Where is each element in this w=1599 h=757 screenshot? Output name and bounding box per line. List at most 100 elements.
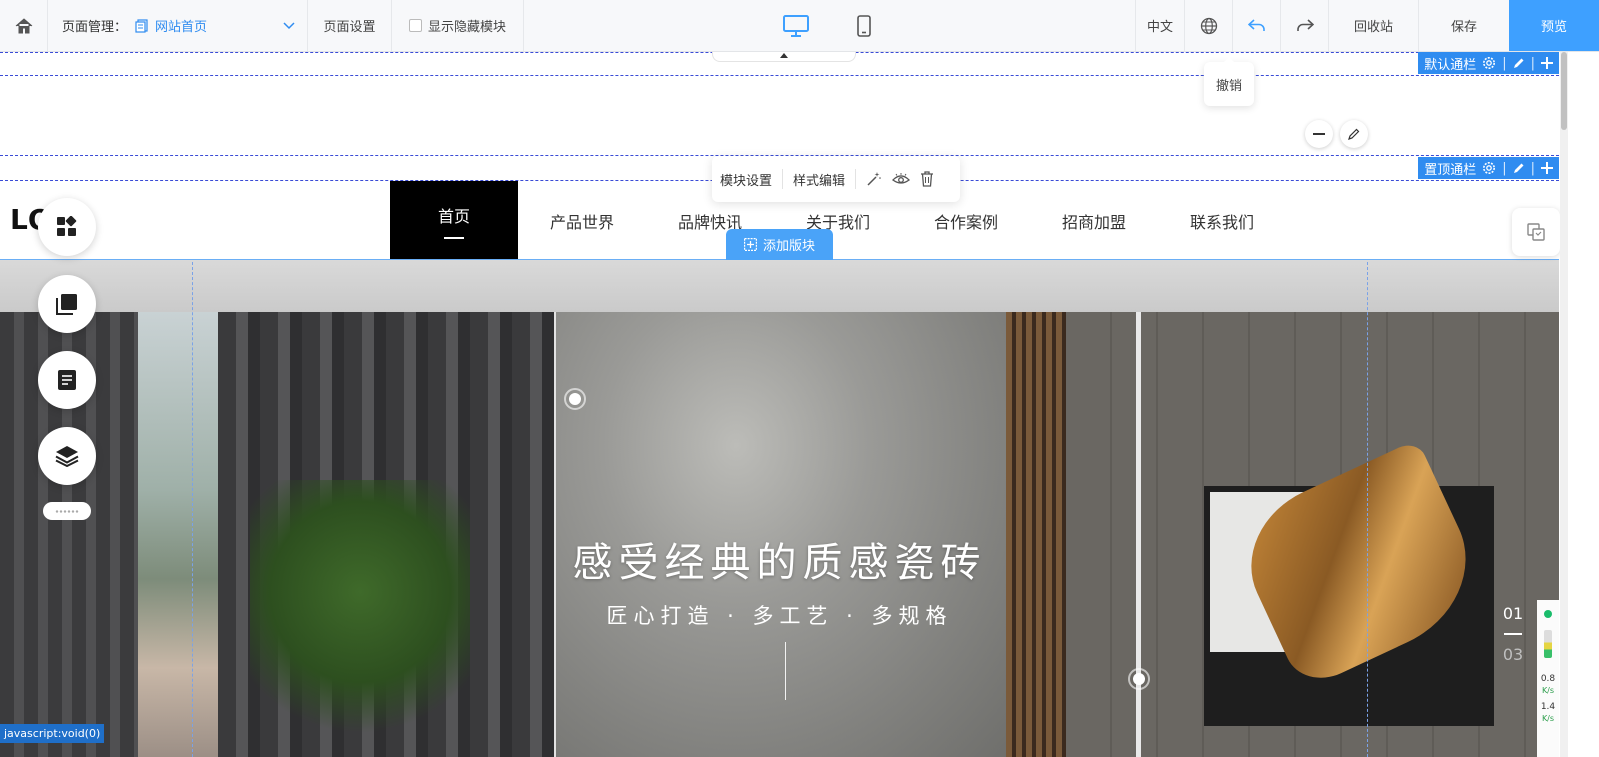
content-button[interactable] (38, 351, 96, 409)
upload-speed: 0.8 K/s (1540, 674, 1556, 695)
download-speed: 1.4 K/s (1540, 702, 1556, 723)
minus-icon (1313, 133, 1325, 135)
load-bar (1544, 630, 1552, 658)
page-settings-button[interactable]: 页面设置 (308, 0, 392, 51)
pencil-icon (1348, 128, 1360, 140)
nav-item-contact[interactable]: 联系我们 (1158, 181, 1286, 260)
home-button[interactable] (0, 0, 48, 51)
show-hidden-checkbox[interactable] (408, 19, 422, 32)
separator: | (1530, 160, 1535, 176)
preview-button[interactable]: 预览 (1509, 0, 1599, 51)
content-guide-right (1367, 262, 1368, 757)
mobile-view-button[interactable] (848, 10, 880, 42)
home-icon (15, 17, 32, 33)
scrollbar-thumb[interactable] (1561, 52, 1567, 130)
hero-subtitle: 匠心打造 · 多工艺 · 多规格 (606, 604, 953, 628)
show-hidden-label: 显示隐藏模块 (427, 20, 506, 35)
redo-button[interactable] (1281, 0, 1329, 51)
plus-icon[interactable] (1541, 162, 1553, 174)
collapse-section-button[interactable] (1305, 120, 1333, 148)
separator: | (1502, 55, 1507, 71)
language-switch[interactable]: 中文 (1135, 0, 1185, 51)
show-hidden-toggle[interactable]: 显示隐藏模块 (392, 0, 524, 51)
magic-wand-icon[interactable] (866, 171, 882, 187)
pager-divider (1504, 633, 1522, 635)
add-block-label: 添加版块 (762, 239, 815, 254)
nav-item-products[interactable]: 产品世界 (518, 181, 646, 260)
slide-pager[interactable]: 01 03 (1498, 604, 1528, 664)
gear-icon[interactable] (1482, 56, 1496, 70)
edit-section-button[interactable] (1340, 120, 1368, 148)
add-block-icon (743, 238, 757, 251)
pencil-icon[interactable] (1513, 162, 1525, 174)
save-button[interactable]: 保存 (1419, 0, 1509, 51)
nav-item-home[interactable]: 首页 (390, 181, 518, 260)
status-bar-url: javascript:void(0) (0, 724, 105, 743)
network-speed-widget: 0.8 K/s 1.4 K/s (1537, 600, 1559, 757)
recycle-bin-label: 回收站 (1353, 20, 1393, 35)
pencil-icon[interactable] (1513, 57, 1525, 69)
hero-divider (785, 642, 786, 700)
page-icon (135, 18, 148, 33)
pages-button[interactable] (38, 275, 96, 333)
layers-button[interactable] (38, 427, 96, 485)
page-scrollbar[interactable] (1560, 52, 1568, 757)
default-bar-label[interactable]: 默认通栏 | | (1418, 52, 1559, 74)
hero-title: 感受经典的质感瓷砖 (572, 540, 987, 586)
eye-icon[interactable] (892, 172, 911, 186)
desktop-view-button[interactable] (780, 10, 812, 42)
pinned-bar-label[interactable]: 置顶通栏 | | (1418, 157, 1559, 179)
separator: | (1530, 55, 1535, 71)
content-guide-left (192, 262, 193, 757)
caret-up-icon (780, 53, 788, 58)
module-toolbar: 模块设置 样式编辑 (712, 156, 960, 202)
nav-item-franchise[interactable]: 招商加盟 (1030, 181, 1158, 260)
add-block-button[interactable]: 添加版块 (726, 229, 833, 260)
pinned-bar-text: 置顶通栏 (1424, 162, 1477, 178)
nav-item-label: 联系我们 (1189, 212, 1254, 232)
nav-item-label: 合作案例 (933, 212, 998, 232)
language-label: 中文 (1146, 20, 1173, 35)
undo-icon (1247, 18, 1265, 31)
page-manage-label: 页面管理： (62, 20, 128, 35)
undo-button[interactable] (1233, 0, 1281, 51)
layers-icon (55, 446, 79, 467)
hero-banner[interactable] (0, 260, 1559, 757)
hotspot-marker[interactable] (564, 388, 586, 410)
copy-icon (1527, 223, 1545, 241)
gear-icon[interactable] (1482, 161, 1496, 175)
preview-label: 预览 (1540, 20, 1567, 35)
mobile-icon (856, 14, 871, 37)
device-switcher (524, 0, 1135, 51)
page-settings-label: 页面设置 (323, 20, 376, 35)
hotspot-marker[interactable] (1128, 668, 1150, 690)
nav-item-label: 招商加盟 (1061, 212, 1126, 232)
status-dot (1544, 610, 1552, 618)
slide-current: 01 (1502, 604, 1524, 623)
globe-icon (1200, 17, 1217, 34)
components-button[interactable] (38, 198, 96, 256)
current-page-name: 网站首页 (155, 20, 208, 35)
desktop-icon (782, 14, 809, 37)
widgets-icon (57, 216, 77, 236)
plus-icon[interactable] (1541, 57, 1553, 69)
style-edit-button[interactable]: 样式编辑 (793, 170, 845, 189)
slide-total: 03 (1502, 645, 1524, 664)
save-label: 保存 (1450, 20, 1477, 35)
page-select[interactable]: 网站首页 (135, 16, 307, 35)
document-icon (58, 370, 76, 390)
globe-button[interactable] (1185, 0, 1233, 51)
nav-item-label: 首页 (437, 206, 470, 226)
default-bar-text: 默认通栏 (1424, 57, 1477, 73)
drag-handle[interactable] (43, 502, 91, 520)
recycle-bin-button[interactable]: 回收站 (1329, 0, 1419, 51)
hero-background (0, 260, 1559, 312)
copy-module-button[interactable] (1512, 208, 1560, 256)
module-settings-button[interactable]: 模块设置 (720, 170, 772, 189)
trash-icon[interactable] (920, 171, 934, 187)
separator (782, 169, 784, 189)
undo-tooltip: 撤销 (1204, 57, 1254, 106)
nav-item-label: 产品世界 (549, 212, 614, 232)
grip-dots-icon (55, 508, 79, 514)
redo-icon (1296, 18, 1314, 31)
